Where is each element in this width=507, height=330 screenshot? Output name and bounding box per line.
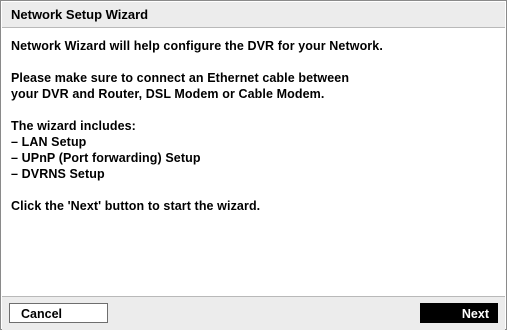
list-item-lan-setup: – LAN Setup xyxy=(11,135,87,149)
includes-heading: The wizard includes: xyxy=(11,119,136,133)
cable-instruction-line-2: your DVR and Router, DSL Modem or Cable … xyxy=(11,87,325,101)
cancel-button[interactable]: Cancel xyxy=(9,303,108,323)
wizard-text-block: Network Wizard will help configure the D… xyxy=(11,38,495,214)
cable-instruction-line-1: Please make sure to connect an Ethernet … xyxy=(11,71,350,85)
intro-text: Network Wizard will help configure the D… xyxy=(11,39,383,53)
dialog-footer: Cancel Next xyxy=(2,296,505,330)
list-item-dvrns-setup: – DVRNS Setup xyxy=(11,167,105,181)
list-item-upnp-setup: – UPnP (Port forwarding) Setup xyxy=(11,151,201,165)
title-bar: Network Setup Wizard xyxy=(2,2,505,28)
next-instruction-text: Click the 'Next' button to start the wiz… xyxy=(11,199,261,213)
wizard-content: Network Wizard will help configure the D… xyxy=(2,28,505,296)
dialog-title: Network Setup Wizard xyxy=(11,7,149,22)
network-setup-wizard-dialog: Network Setup Wizard Network Wizard will… xyxy=(0,0,507,330)
next-button[interactable]: Next xyxy=(420,303,498,323)
